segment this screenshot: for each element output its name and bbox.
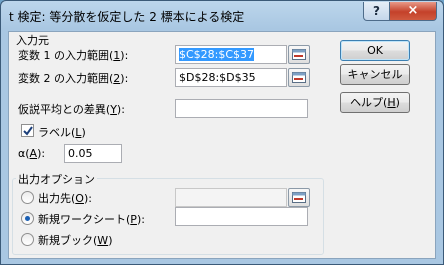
new-book-label[interactable]: 新規ブック(W) (38, 232, 112, 248)
output-range-radio[interactable] (21, 191, 34, 204)
hypothesized-mean-label: 仮説平均との差異(Y): (18, 103, 125, 116)
output-range-label[interactable]: 出力先(O): (38, 190, 92, 206)
output-range-picker-button[interactable] (288, 188, 310, 207)
dialog-window: t 検定: 等分散を仮定した 2 標本による検定 ? × 入力元 変数 1 の入… (0, 0, 444, 265)
output-group-label: 出力オプション (16, 171, 97, 187)
title-bar[interactable]: t 検定: 等分散を仮定した 2 標本による検定 ? × (1, 1, 443, 31)
checkmark-icon (23, 126, 33, 136)
close-button[interactable]: × (389, 2, 437, 21)
new-sheet-name-input[interactable] (175, 207, 308, 226)
labels-checkbox-label[interactable]: ラベル(L) (38, 124, 86, 140)
dialog-title: t 検定: 等分散を仮定した 2 標本による検定 (9, 10, 245, 24)
output-range-input[interactable] (175, 188, 287, 207)
title-help-button[interactable]: ? (363, 2, 390, 21)
new-sheet-label[interactable]: 新規ワークシート(P): (38, 211, 145, 227)
cancel-button[interactable]: キャンセル (340, 64, 410, 85)
var2-range-label: 変数 2 の入力範囲(2): (18, 72, 129, 85)
new-book-radio[interactable] (21, 233, 34, 246)
var2-range-input[interactable]: $D$28:$D$35 (175, 68, 287, 87)
alpha-input[interactable]: 0.05 (64, 144, 122, 163)
hypothesized-mean-input[interactable] (175, 99, 308, 118)
range-select-icon (292, 72, 306, 83)
range-select-icon (292, 192, 306, 203)
var2-range-picker-button[interactable] (288, 68, 310, 87)
var1-range-label: 変数 1 の入力範囲(1): (18, 49, 129, 62)
var1-range-picker-button[interactable] (288, 45, 310, 64)
ok-button[interactable]: OK (340, 40, 410, 61)
labels-checkbox[interactable] (21, 124, 34, 137)
new-sheet-radio[interactable] (21, 212, 34, 225)
help-button[interactable]: ヘルプ(H) (340, 92, 410, 113)
var1-range-input[interactable]: $C$28:$C$37 (175, 45, 287, 64)
range-select-icon (292, 49, 306, 60)
dialog-body: 入力元 変数 1 の入力範囲(1): $C$28:$C$37 変数 2 の入力範… (8, 31, 436, 259)
alpha-label: α(A): (18, 147, 46, 160)
input-group-label: 入力元 (16, 34, 49, 47)
radio-selected-dot (25, 216, 30, 221)
